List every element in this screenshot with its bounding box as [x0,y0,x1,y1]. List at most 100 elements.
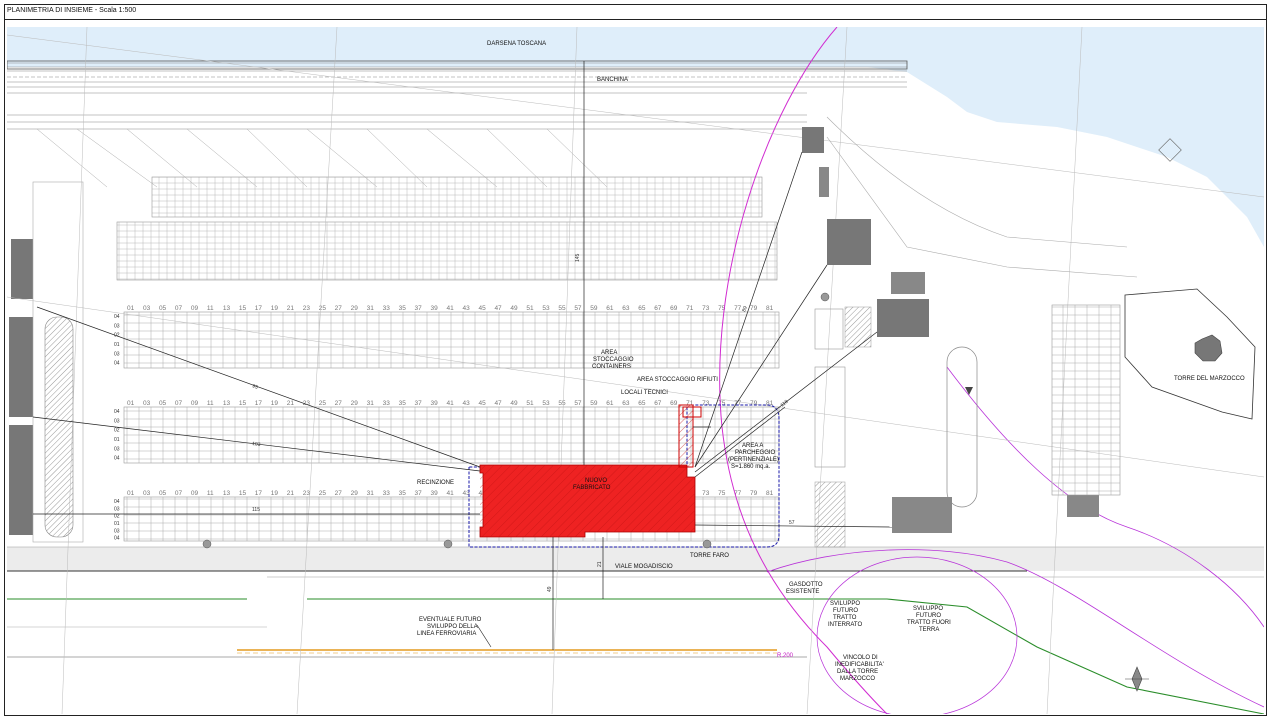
torre-area [1124,288,1256,420]
bay-number: 41 [447,400,455,407]
bay-number: 69 [670,305,678,312]
bay-number: 73 [702,305,710,312]
bay-number: 41 [447,490,455,497]
bay-number: 33 [383,305,391,312]
bay-number: 29 [351,400,359,407]
bay-number: 13 [223,305,231,312]
dim-9: 49 [547,586,553,592]
lamp-post-3 [702,539,712,549]
bay-number: 45 [478,400,486,407]
bay-number: 73 [702,490,710,497]
bay-number: 79 [750,305,758,312]
bay-number: 11 [207,490,214,497]
right-yard-2 [814,366,846,468]
label-fuori-1: SVILUPPO [913,606,943,612]
label-area-2: STOCCAGGIO [593,357,634,363]
bay-number: 21 [287,305,295,312]
row-number: 01 [114,437,120,443]
right-building-2 [819,167,829,197]
row-number: 04 [114,361,120,367]
label-fuori-2: FUTURO [916,613,941,619]
row-number: 03 [114,418,120,424]
label-gasdotto-1: GASDOTTO [789,582,823,588]
bay-number: 01 [127,490,135,497]
bay-number: 17 [255,400,263,407]
row-number: 01 [114,342,120,348]
technical-rooms [678,404,694,468]
bay-number: 55 [558,305,566,312]
label-area-3: CONTAINERS [592,364,631,370]
label-gasdotto-2: ESISTENTE [786,589,819,595]
right-building-6 [892,497,952,533]
green-boundary [7,598,1264,714]
label-vincolo-2: INEDIFICABILITA' [835,662,884,668]
hatched-block-2 [814,481,846,548]
bay-number: 21 [287,490,295,497]
row-number: 03 [114,323,120,329]
row-number: 04 [114,314,120,320]
bay-number: 43 [462,400,470,407]
bay-number: 37 [415,490,423,497]
label-fuori-3: TRATTO FUORI [907,620,951,626]
bay-number: 35 [399,490,407,497]
bay-number: 61 [606,400,614,407]
drawing-title: PLANIMETRIA DI INSIEME - Scala 1:500 [7,7,137,14]
label-torre-marzocco: TORRE DEL MARZOCCO [1174,376,1245,382]
bay-number: 59 [590,400,598,407]
bay-number: 27 [335,305,343,312]
bay-number: 59 [590,305,598,312]
left-shed-1 [11,239,33,299]
label-int-4: INTERRATO [828,622,862,628]
bay-number: 61 [606,305,614,312]
bay-number: 01 [127,400,135,407]
right-yard [814,308,844,350]
label-torre-faro: TORRE FARO [690,553,729,559]
bay-number: 67 [654,305,662,312]
bay-number: 13 [223,490,231,497]
label-banchina: BANCHINA [597,77,628,83]
bay-number: 41 [447,305,455,312]
bay-number: 23 [303,490,311,497]
sea-top-strip [7,27,907,63]
bay-number: 35 [399,400,407,407]
railway-leader [476,624,492,648]
bay-number: 23 [303,305,311,312]
dim-7: 57 [789,520,795,526]
bay-number: 81 [766,490,774,497]
dim-1: 145 [575,253,581,262]
bay-number: 47 [494,400,502,407]
bay-number: 57 [574,400,582,407]
bay-number: 47 [494,305,502,312]
bay-number: 39 [431,490,439,497]
bay-number: 07 [175,305,183,312]
label-recinzione: RECINZIONE [417,480,454,486]
right-grid-field [1051,304,1121,496]
bay-number: 63 [622,400,630,407]
bay-number: 05 [159,490,167,497]
bay-number: 15 [239,400,247,407]
bay-number: 01 [127,305,135,312]
label-parcheggio-2: PARCHEGGIO [735,450,776,456]
bay-number: 07 [175,400,183,407]
bay-number: 37 [415,305,423,312]
bay-number: 03 [143,490,151,497]
label-ferrovia-3: LINEA FERROVIARIA [417,631,476,637]
left-hatch-lane [44,316,74,538]
label-locali: LOCALI TECNICI [621,390,668,396]
row-number: 04 [114,409,120,415]
bay-number: 79 [750,490,758,497]
bay-number: 03 [143,305,151,312]
row-number: 03 [114,446,120,452]
right-building-7 [1067,495,1099,517]
label-viale: VIALE MOGADISCIO [615,564,673,570]
left-shed-2 [9,317,33,417]
label-rifiuti: AREA STOCCAGGIO RIFIUTI [637,377,718,383]
upper-block-b [116,221,778,281]
label-darsena: DARSENA TOSCANA [487,41,546,47]
label-parcheggio-1: AREA A [742,443,763,449]
bay-number: 09 [191,400,199,407]
bay-number: 45 [478,305,486,312]
upper-block-a [151,176,763,218]
bay-number: 53 [542,305,550,312]
bay-number: 71 [686,305,694,312]
